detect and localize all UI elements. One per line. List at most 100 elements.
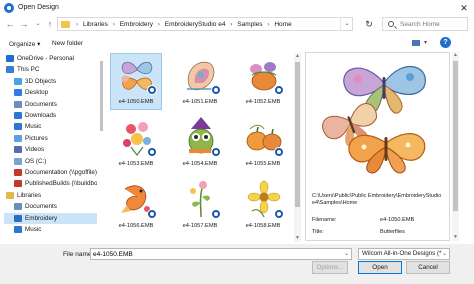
- sidebar-item-documents[interactable]: Documents: [4, 201, 97, 212]
- wilcom-file-badge-icon: [147, 85, 157, 95]
- organize-button[interactable]: Organize ▾: [9, 40, 40, 48]
- refresh-button[interactable]: ↻: [362, 17, 376, 31]
- download-icon: [14, 112, 22, 119]
- breadcrumb-embroidery[interactable]: Embroidery: [120, 21, 153, 28]
- change-view-button[interactable]: ▾: [410, 38, 432, 49]
- sidebar-item-onedrive-personal[interactable]: OneDrive - Personal: [4, 53, 97, 64]
- forward-button[interactable]: →: [18, 18, 30, 30]
- file-tile[interactable]: e4-1054.EMB: [174, 115, 226, 173]
- file-name-label: e4-1058.EMB: [245, 223, 281, 229]
- preview-scrollbar[interactable]: ▲ ▼: [452, 52, 459, 241]
- help-icon[interactable]: ?: [440, 37, 451, 48]
- options-button[interactable]: Options...: [312, 261, 348, 274]
- sidebar-item-documents[interactable]: Documents: [4, 99, 97, 110]
- window-title: Open Design: [18, 4, 59, 11]
- file-tile[interactable]: e4-1056.EMB: [110, 177, 162, 235]
- breadcrumb-home[interactable]: Home: [274, 21, 291, 28]
- file-type-value: Wilcom All-in-One Designs (*.E: [362, 250, 448, 257]
- sidebar-item-label: Libraries: [17, 191, 42, 199]
- breadcrumb-embroiderystudio[interactable]: EmbroideryStudio e4: [165, 21, 226, 28]
- scroll-up-arrow[interactable]: ▲: [294, 53, 301, 60]
- search-box[interactable]: Search Home: [382, 17, 468, 31]
- address-bar[interactable]: › Libraries › Embroidery › EmbroideryStu…: [57, 17, 353, 31]
- wilcom-file-badge-icon: [211, 147, 221, 157]
- close-button[interactable]: ✕: [458, 2, 470, 14]
- sidebar-item-music[interactable]: Music: [4, 121, 97, 132]
- file-tile[interactable]: e4-1057.EMB: [174, 177, 226, 235]
- scrollbar-thumb[interactable]: [295, 62, 300, 207]
- file-name-label: e4-1055.EMB: [245, 161, 281, 167]
- chevron-down-icon[interactable]: ⌄: [344, 250, 349, 257]
- file-grid: e4-1050.EMB e4-1051.EMB e4-1052.EMB e4-1053…: [107, 53, 293, 242]
- file-tile[interactable]: e4-1050.EMB: [110, 53, 162, 111]
- breadcrumb-samples[interactable]: Samples: [237, 21, 262, 28]
- navigation-scrollbar[interactable]: [99, 53, 104, 242]
- wilcom-file-badge-icon: [147, 209, 157, 219]
- sidebar-item-desktop[interactable]: Desktop: [4, 87, 97, 98]
- file-tile[interactable]: e4-1052.EMB: [237, 53, 289, 111]
- scroll-down-arrow[interactable]: ▼: [294, 235, 301, 242]
- network-drive-icon: [14, 169, 22, 176]
- drive-icon: [14, 157, 22, 165]
- back-button[interactable]: ←: [4, 18, 16, 30]
- sidebar-item-label: Documents: [25, 100, 57, 108]
- file-type-select[interactable]: Wilcom All-in-One Designs (*.E ⌄: [358, 248, 450, 260]
- butterflies-preview-image: [322, 65, 426, 174]
- sidebar-item-music[interactable]: Music: [4, 224, 97, 235]
- document-icon: [14, 203, 22, 211]
- address-dropdown-button[interactable]: ⌄: [340, 17, 353, 31]
- sidebar-item-embroidery[interactable]: Embroidery: [4, 212, 97, 224]
- sidebar-item-downloads[interactable]: Downloads: [4, 110, 97, 121]
- file-tile[interactable]: e4-1053.EMB: [110, 115, 162, 173]
- filename-input[interactable]: [91, 249, 339, 259]
- sidebar-item-label: Documents: [25, 203, 57, 211]
- sidebar-item-os-c[interactable]: OS (C:): [4, 156, 97, 167]
- file-tile[interactable]: e4-1055.EMB: [237, 115, 289, 173]
- scroll-up-arrow[interactable]: ▲: [452, 52, 459, 59]
- file-grid-scrollbar[interactable]: ▲ ▼: [294, 53, 301, 242]
- sidebar-item-3d-objects[interactable]: 3D Objects: [4, 76, 97, 87]
- chevron-down-icon: ▾: [424, 40, 428, 46]
- search-icon: [388, 21, 394, 27]
- app-icon: [4, 3, 14, 13]
- breadcrumb-libraries[interactable]: Libraries: [83, 21, 108, 28]
- file-tile[interactable]: e4-1058.EMB: [237, 177, 289, 235]
- scroll-down-arrow[interactable]: ▼: [452, 234, 459, 241]
- sidebar-item-publishedbuilds-buildbo[interactable]: PublishedBuilds (\\buildbo: [4, 178, 97, 189]
- wilcom-file-badge-icon: [147, 147, 157, 157]
- computer-icon: [6, 66, 14, 74]
- wilcom-file-badge-icon: [274, 147, 284, 157]
- navigation-pane: OneDrive - Personal This PC 3D Objects Desk…: [4, 53, 97, 243]
- sidebar-item-label: OS (C:): [25, 157, 47, 165]
- open-design-dialog: Open Design ✕ ← → ⌄ ↑ › Libraries › Embr…: [0, 0, 474, 284]
- preview-filename-value: e4-1050.EMB: [380, 217, 415, 223]
- scrollbar-thumb[interactable]: [100, 61, 103, 131]
- file-name-label: e4-1053.EMB: [118, 161, 154, 167]
- cancel-button[interactable]: Cancel: [406, 261, 450, 274]
- up-button[interactable]: ↑: [44, 18, 56, 30]
- sidebar-item-libraries[interactable]: Libraries: [4, 190, 97, 201]
- document-icon: [14, 100, 22, 108]
- recent-locations-button[interactable]: ⌄: [32, 18, 44, 30]
- sidebar-item-label: Documentation (\\pgoffile): [25, 169, 97, 176]
- open-button[interactable]: Open: [358, 261, 402, 274]
- file-name-label: e4-1050.EMB: [118, 99, 154, 105]
- sidebar-item-documentation-pgoffile[interactable]: Documentation (\\pgoffile): [4, 167, 97, 178]
- new-folder-button[interactable]: New folder: [52, 40, 83, 47]
- preview-pane: C:\Users\Public\Public Embroidery\Embroi…: [305, 52, 450, 241]
- file-tile[interactable]: e4-1051.EMB: [174, 53, 226, 111]
- sidebar-item-label: OneDrive - Personal: [17, 55, 75, 62]
- cloud-icon: [6, 55, 14, 62]
- sidebar-item-pictures[interactable]: Pictures: [4, 133, 97, 144]
- sidebar-item-videos[interactable]: Videos: [4, 144, 97, 155]
- video-icon: [14, 146, 22, 154]
- breadcrumb-separator: ›: [112, 21, 115, 28]
- folder-icon: [61, 21, 70, 28]
- filename-field[interactable]: ⌄: [90, 248, 352, 260]
- breadcrumb-separator: ›: [230, 21, 233, 28]
- sidebar-item-this-pc[interactable]: This PC: [4, 64, 97, 75]
- breadcrumb-separator: ›: [76, 21, 79, 28]
- scrollbar-thumb[interactable]: [453, 61, 458, 211]
- sidebar-item-label: Videos: [25, 146, 45, 154]
- sidebar-item-label: Music: [25, 226, 42, 233]
